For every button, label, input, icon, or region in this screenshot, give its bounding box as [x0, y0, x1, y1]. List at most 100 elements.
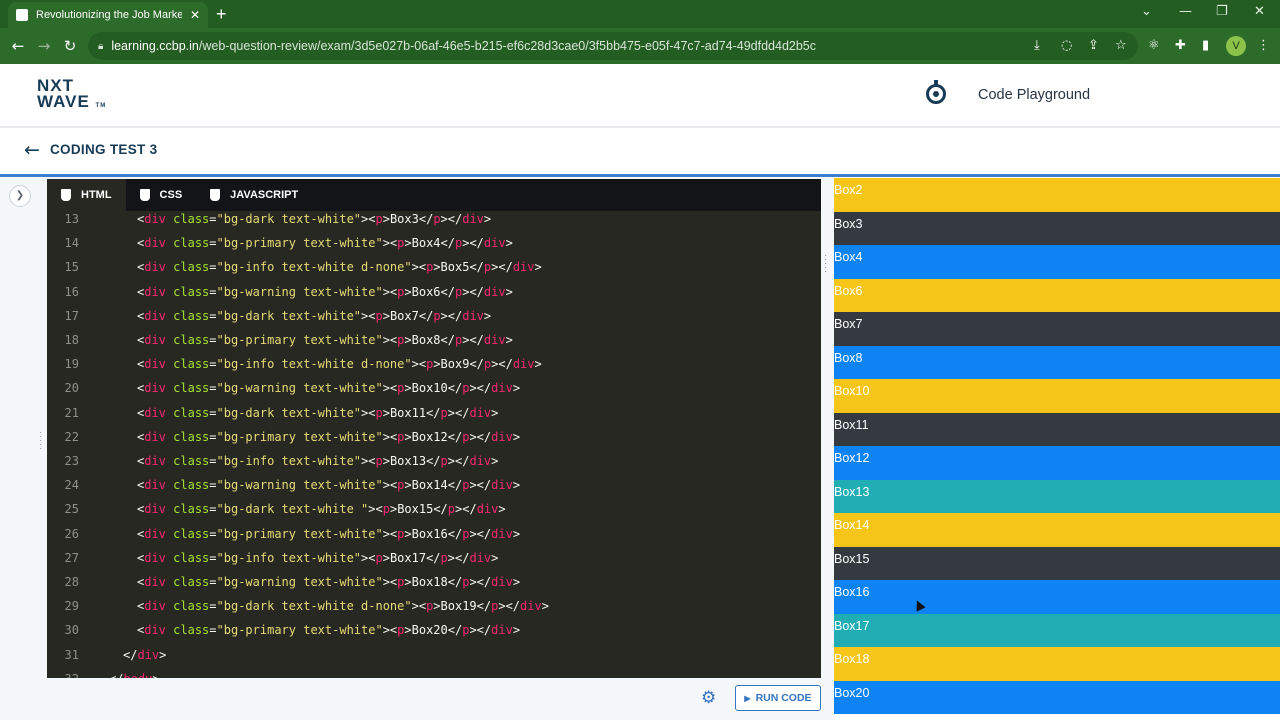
code-token: "	[353, 308, 362, 323]
line-number: 22	[64, 429, 79, 444]
line-source: <div class="bg-info text-white"><p>Box13…	[137, 449, 498, 473]
code-token: div	[469, 405, 492, 420]
bookmark-star-icon[interactable]: ☆	[1115, 38, 1127, 53]
code-token: class	[165, 623, 210, 638]
code-token: ></	[462, 236, 484, 251]
class-value: bg-warning text-white	[223, 381, 376, 396]
line-number: 31	[64, 647, 79, 662]
maximize-icon[interactable]: ❐	[1216, 4, 1228, 19]
settings-gear-icon[interactable]: ⚙	[701, 688, 716, 708]
code-token: "	[216, 333, 224, 347]
code-token: div	[144, 333, 166, 347]
line-number: 17	[64, 308, 79, 323]
lock-icon: 🔒︎	[98, 40, 104, 52]
code-line: 28 <div class="bg-warning text-white"><p>…	[47, 570, 821, 594]
code-token: div	[476, 502, 499, 517]
resize-handle-right[interactable]: · · · · ·	[824, 251, 827, 277]
sidepanel-icon[interactable]: ▮	[1202, 38, 1209, 53]
code-token: "	[375, 623, 383, 638]
code-token: >	[505, 284, 513, 299]
code-token: "	[216, 526, 224, 541]
class-value: bg-warning text-white	[223, 478, 376, 493]
code-token: ><	[382, 478, 398, 493]
code-line: 19 <div class="bg-info text-white d-none"…	[47, 352, 821, 376]
line-source: </body>	[109, 667, 160, 678]
code-token: </	[440, 333, 455, 347]
line-number: 30	[64, 623, 79, 638]
code-token: </	[447, 381, 463, 396]
code-token: class	[165, 478, 210, 493]
class-value: bg-primary text-white	[223, 429, 376, 444]
code-token: "	[216, 575, 224, 589]
line-number: 21	[64, 405, 79, 420]
code-token: >	[512, 575, 521, 589]
code-line: 18 <div class="bg-primary text-white"><p>…	[47, 328, 821, 352]
code-token: p	[375, 454, 383, 468]
code-token: >	[505, 236, 513, 251]
minimize-icon[interactable]: —	[1179, 4, 1192, 19]
code-token: </	[447, 575, 463, 589]
code-token: "	[216, 405, 224, 420]
line-number: 16	[64, 284, 79, 299]
close-tab-icon[interactable]: ✕	[190, 8, 200, 22]
code-token: ><	[382, 284, 398, 299]
back-arrow-icon[interactable]: ←	[5, 37, 31, 55]
line-source: <div class="bg-info text-white d-none"><…	[137, 352, 542, 376]
code-token: >	[534, 357, 542, 372]
install-icon[interactable]: ⤓	[1034, 38, 1040, 53]
code-token: >	[382, 212, 390, 226]
box-text: Box9	[440, 357, 470, 372]
code-token: div	[469, 454, 492, 468]
share-icon[interactable]: ⇪	[1088, 38, 1099, 53]
favicon-icon	[16, 9, 28, 21]
react-devtools-icon[interactable]: ⚛	[1148, 38, 1160, 53]
code-line: 29 <div class="bg-dark text-white d-none"…	[47, 594, 821, 618]
profile-avatar[interactable]: V	[1226, 36, 1246, 56]
box-text: Box17	[389, 550, 427, 565]
code-line: 30 <div class="bg-primary text-white"><p>…	[47, 618, 821, 642]
menu-kebab-icon[interactable]: ⋮	[1257, 38, 1270, 53]
code-token: =	[209, 260, 217, 275]
code-token: div	[483, 236, 506, 251]
code-token: "	[216, 599, 224, 614]
reload-icon[interactable]: ↻	[57, 37, 83, 55]
code-token: div	[144, 357, 166, 372]
editor-pane: ❯ · · · · · HTML CSS JAVASCRIPT 13 <div class="…	[0, 177, 834, 720]
code-line: 22 <div class="bg-primary text-white"><p>…	[47, 425, 821, 449]
code-line: 24 <div class="bg-warning text-white"><p>…	[47, 473, 821, 497]
class-value: bg-primary text-white	[223, 623, 376, 638]
code-token: ><	[361, 454, 376, 468]
code-token: >	[491, 454, 499, 468]
preview-box: Box15	[834, 546, 1280, 580]
code-token: </	[440, 284, 455, 299]
expand-chevron-icon[interactable]: ❯	[9, 185, 31, 207]
code-token: =	[209, 623, 217, 638]
code-token: >	[404, 429, 412, 444]
line-source: <div class="bg-dark text-white "><p>Box1…	[137, 497, 506, 521]
line-source: <div class="bg-dark text-white"><p>Box7<…	[137, 304, 491, 328]
address-bar[interactable]: 🔒︎ learning.ccbp.in/web-question-review/…	[88, 32, 1138, 60]
tab-search-icon[interactable]: ⌄	[1141, 4, 1152, 19]
preview-box: Box20	[834, 680, 1280, 714]
close-window-icon[interactable]: ✕	[1254, 4, 1265, 19]
forward-arrow-icon[interactable]: →	[31, 37, 57, 55]
nxtwave-logo[interactable]: NXT WAVE TM	[37, 77, 106, 114]
run-code-button[interactable]: ▶ RUN CODE	[735, 685, 821, 711]
new-tab-icon[interactable]: +	[216, 3, 227, 25]
resize-handle-left[interactable]: · · · · ·	[39, 428, 42, 454]
browser-tab[interactable]: Revolutionizing the Job Market | ✕	[8, 2, 208, 28]
code-playground-link[interactable]: Code Playground	[978, 87, 1090, 103]
code-token: >	[491, 405, 499, 420]
extensions-puzzle-icon[interactable]: ✚	[1175, 38, 1186, 53]
line-source: <div class="bg-warning text-white"><p>Bo…	[137, 473, 520, 497]
code-editor[interactable]: HTML CSS JAVASCRIPT 13 <div class="bg-dark …	[47, 179, 821, 678]
hide-eye-icon[interactable]: ◌	[1061, 38, 1072, 53]
code-token: "	[353, 550, 362, 565]
code-line: 21 <div class="bg-dark text-white"><p>Box…	[47, 401, 821, 425]
code-token: =	[209, 357, 217, 372]
code-token: "	[216, 357, 224, 372]
line-source: </div>	[123, 643, 166, 667]
line-number: 32	[47, 667, 79, 678]
code-token: </	[440, 236, 455, 251]
back-arrow-icon[interactable]: ←	[24, 139, 40, 161]
